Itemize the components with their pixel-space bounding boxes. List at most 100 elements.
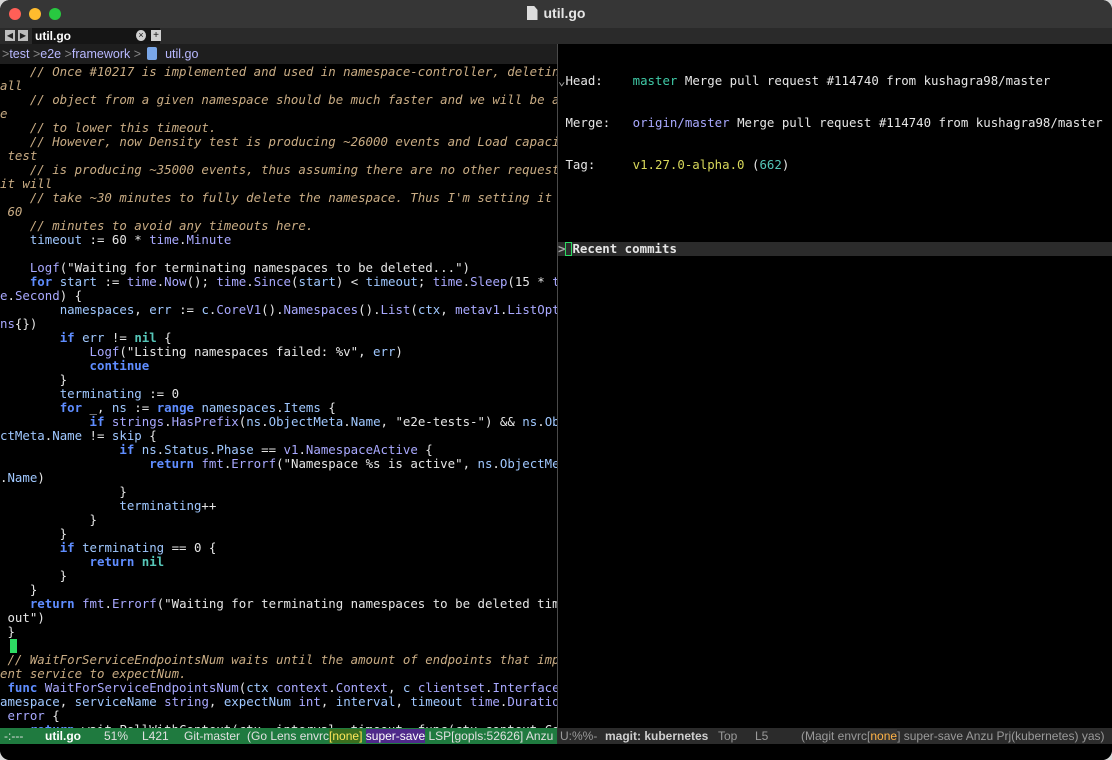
super-save-mode: super-save xyxy=(365,729,426,743)
code-line[interactable]: e.Second) { xyxy=(0,289,557,303)
tab-scroll-left-icon[interactable]: ◀ xyxy=(5,30,15,41)
tab-label: util.go xyxy=(35,29,71,43)
text-cursor xyxy=(10,639,17,653)
code-line[interactable]: if strings.HasPrefix(ns.ObjectMeta.Name,… xyxy=(0,415,557,429)
magit-buffer-state: U:%%- xyxy=(560,729,598,743)
code-line[interactable]: error { xyxy=(0,709,557,723)
title-bar: util.go xyxy=(0,0,1112,28)
code-line[interactable]: if terminating == 0 { xyxy=(0,541,557,555)
merge-branch[interactable]: origin/master xyxy=(633,115,730,130)
breadcrumb-item-file[interactable]: util.go xyxy=(165,47,198,61)
code-line[interactable]: return fmt.Errorf("Namespace %s is activ… xyxy=(0,457,557,471)
breadcrumb: >test >e2e >framework > util.go xyxy=(0,44,557,64)
code-line[interactable]: namespaces, err := c.CoreV1().Namespaces… xyxy=(0,303,557,317)
lsp-status: LSP[gopls:52626] Anzu xyxy=(428,729,554,743)
window-title-wrap: util.go xyxy=(0,5,1112,21)
magit-envrc-status: none xyxy=(870,729,898,743)
magit-head-line[interactable]: ⌄Head: master Merge pull request #114740… xyxy=(558,74,1112,88)
minibuffer[interactable] xyxy=(0,744,1112,760)
code-line[interactable]: func WaitForServiceEndpointsNum(ctx cont… xyxy=(0,681,557,695)
head-message: Merge pull request #114740 from kushagra… xyxy=(684,73,1051,88)
emacs-window: util.go ◀ ▶ util.go × + >test >e2e >fram… xyxy=(0,0,1112,760)
tag-count: 662 xyxy=(759,157,782,172)
code-line[interactable]: } xyxy=(0,373,557,387)
magit-status: ⌄Head: master Merge pull request #114740… xyxy=(558,44,1112,284)
magit-buffer-line: L5 xyxy=(755,729,769,743)
new-tab-icon[interactable]: + xyxy=(151,30,161,41)
code-line[interactable] xyxy=(0,639,557,653)
breadcrumb-item-test[interactable]: test xyxy=(9,47,29,61)
tab-util-go[interactable]: util.go × xyxy=(32,28,160,44)
code-line[interactable]: // minutes to avoid any timeouts here. xyxy=(0,219,557,233)
code-line[interactable] xyxy=(0,247,557,261)
magit-merge-line[interactable]: Merge: origin/master Merge pull request … xyxy=(558,116,1112,130)
code-line[interactable]: } xyxy=(0,513,557,527)
code-line[interactable]: } xyxy=(0,625,557,639)
head-branch[interactable]: master xyxy=(633,73,678,88)
code-line[interactable]: // object from a given namespace should … xyxy=(0,93,557,107)
magit-minor-modes[interactable]: (Magit envrc[none] super-save Anzu Prj(k… xyxy=(801,729,1104,743)
code-line[interactable]: it will xyxy=(0,177,557,191)
code-line[interactable]: test xyxy=(0,149,557,163)
code-line[interactable]: terminating++ xyxy=(0,499,557,513)
mode-line-right[interactable]: U:%%- magit: kubernetes Top L5 (Magit en… xyxy=(558,728,1112,744)
code-line[interactable]: e xyxy=(0,107,557,121)
buffer-name[interactable]: util.go xyxy=(45,729,81,743)
code-line[interactable]: ns{}) xyxy=(0,317,557,331)
code-line[interactable]: } xyxy=(0,527,557,541)
recent-commits-section[interactable]: > Recent commits xyxy=(558,242,1112,256)
magit-tag-line[interactable]: Tag: v1.27.0-alpha.0 (662) xyxy=(558,158,1112,172)
mode-line: -:--- util.go 51% L421 Git-master (Go Le… xyxy=(0,728,1112,744)
code-line[interactable]: Logf("Waiting for terminating namespaces… xyxy=(0,261,557,275)
code-line[interactable]: // take ~30 minutes to fully delete the … xyxy=(0,191,557,205)
recent-commits-label: Recent commits xyxy=(572,241,677,256)
buffer-line: L421 xyxy=(142,729,169,743)
code-editor-pane[interactable]: >test >e2e >framework > util.go // Once #… xyxy=(0,44,557,728)
code-line[interactable]: amespace, serviceName string, expectNum … xyxy=(0,695,557,709)
code-area[interactable]: // Once #10217 is implemented and used i… xyxy=(0,64,557,728)
vc-branch[interactable]: Git-master xyxy=(184,729,240,743)
code-line[interactable]: Logf("Listing namespaces failed: %v", er… xyxy=(0,345,557,359)
code-line[interactable]: 60 xyxy=(0,205,557,219)
magit-status-pane[interactable]: ⌄Head: master Merge pull request #114740… xyxy=(558,44,1112,728)
code-line[interactable]: } xyxy=(0,583,557,597)
code-line[interactable]: .Name) xyxy=(0,471,557,485)
code-line[interactable]: if err != nil { xyxy=(0,331,557,345)
breadcrumb-item-framework[interactable]: framework xyxy=(72,47,130,61)
code-line[interactable]: } xyxy=(0,569,557,583)
envrc-status: [none] xyxy=(329,729,363,743)
code-line[interactable]: } xyxy=(0,485,557,499)
code-line[interactable]: timeout := 60 * time.Minute xyxy=(0,233,557,247)
buffer-percent: 51% xyxy=(104,729,129,743)
code-line[interactable]: // is producing ~35000 events, thus assu… xyxy=(0,163,557,177)
magit-buffer-name[interactable]: magit: kubernetes xyxy=(605,729,708,743)
window-title: util.go xyxy=(543,5,586,21)
document-icon xyxy=(526,6,538,20)
code-line[interactable]: if ns.Status.Phase == v1.NamespaceActive… xyxy=(0,443,557,457)
code-line[interactable]: out") xyxy=(0,611,557,625)
tab-bar: ◀ ▶ util.go × + xyxy=(0,28,1112,44)
tag-value[interactable]: v1.27.0-alpha.0 xyxy=(633,157,745,172)
code-line[interactable]: // WaitForServiceEndpointsNum waits unti… xyxy=(0,653,557,667)
mode-line-left[interactable]: -:--- util.go 51% L421 Git-master (Go Le… xyxy=(0,728,557,744)
code-line[interactable]: return nil xyxy=(0,555,557,569)
go-file-icon xyxy=(147,47,158,60)
tab-close-icon[interactable]: × xyxy=(136,30,146,41)
buffer-state: -:--- xyxy=(4,729,24,743)
code-line[interactable]: ctMeta.Name != skip { xyxy=(0,429,557,443)
code-line[interactable]: // to lower this timeout. xyxy=(0,121,557,135)
code-line[interactable]: for start := time.Now(); time.Since(star… xyxy=(0,275,557,289)
tab-scroll-right-icon[interactable]: ▶ xyxy=(18,30,28,41)
magit-buffer-pos: Top xyxy=(718,729,738,743)
code-line[interactable]: // However, now Density test is producin… xyxy=(0,135,557,149)
code-line[interactable]: all xyxy=(0,79,557,93)
code-line[interactable]: return fmt.Errorf("Waiting for terminati… xyxy=(0,597,557,611)
code-line[interactable]: continue xyxy=(0,359,557,373)
code-line[interactable]: // Once #10217 is implemented and used i… xyxy=(0,65,557,79)
code-line[interactable]: ent service to expectNum. xyxy=(0,667,557,681)
minor-modes[interactable]: (Go Lens envrc[none] super-save LSP[gopl… xyxy=(247,729,553,743)
code-line[interactable]: for _, ns := range namespaces.Items { xyxy=(0,401,557,415)
breadcrumb-item-e2e[interactable]: e2e xyxy=(40,47,61,61)
merge-message: Merge pull request #114740 from kushagra… xyxy=(737,115,1103,130)
code-line[interactable]: terminating := 0 xyxy=(0,387,557,401)
